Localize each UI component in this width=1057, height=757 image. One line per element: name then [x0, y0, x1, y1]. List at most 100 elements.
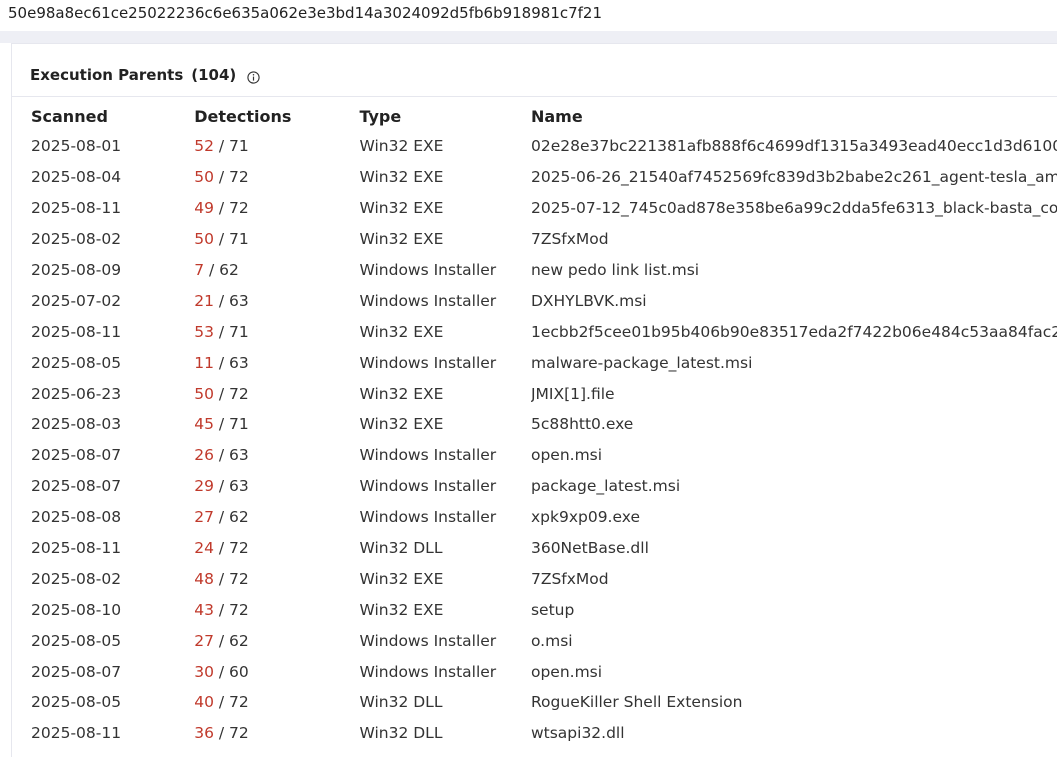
cell-detections: 49 / 72	[194, 193, 359, 224]
column-header-detections[interactable]: Detections	[194, 101, 359, 131]
column-header-name[interactable]: Name	[531, 101, 1057, 131]
detection-total: / 72	[218, 600, 249, 619]
table-row[interactable]: 2025-08-05 11 / 63 Windows Installer malwar…	[31, 347, 1057, 378]
table-row[interactable]: 2025-08-07 30 / 60 Windows Installer open.m…	[31, 656, 1057, 687]
cell-scanned: 2025-08-05	[31, 631, 122, 650]
table-row[interactable]: 2025-08-01 52 / 71 Win32 EXE 02e28e37bc2213…	[31, 131, 1057, 162]
cell-scanned: 2025-08-11	[31, 199, 122, 218]
cell-name[interactable]: package_latest.msi	[531, 471, 1057, 502]
table-row[interactable]: 2025-08-11 53 / 71 Win32 EXE 1ecbb2f5cee01b…	[31, 316, 1057, 347]
cell-detections: 27 / 62	[194, 625, 359, 656]
cell-name[interactable]: 7ZSfxMod	[531, 563, 1057, 594]
cell-name[interactable]: 7ZSfxMod	[531, 224, 1057, 255]
detection-positives: 24	[194, 539, 214, 558]
table-row[interactable]: 2025-08-05 27 / 62 Windows Installer o.msi	[31, 625, 1057, 656]
detection-positives: 21	[194, 291, 214, 310]
table-row[interactable]: 2025-08-04 50 / 72 Win32 EXE 2025-06-26_215…	[31, 162, 1057, 193]
cell-type: Windows Installer	[359, 291, 497, 310]
cell-name[interactable]: wtsapi32.dll	[531, 718, 1057, 749]
cell-name[interactable]: 2025-07-12_745c0ad878e358be6a99c2dda5fe6…	[531, 193, 1057, 224]
cell-name[interactable]: JMIX[1].file	[531, 378, 1057, 409]
cell-detections: 36 / 72	[194, 718, 359, 749]
table-row[interactable]: 2025-08-11 36 / 72 Win32 DLL wtsapi32.dll	[31, 718, 1057, 749]
cell-type: Win32 DLL	[359, 539, 443, 558]
cell-name[interactable]: 2025-06-26_21540af7452569fc839d3b2babe2c…	[531, 162, 1057, 193]
section-gap	[0, 31, 1057, 43]
cell-scanned: 2025-08-07	[31, 446, 122, 465]
cell-scanned: 2025-08-11	[31, 724, 122, 743]
cell-type: Win32 EXE	[359, 384, 444, 403]
cell-type: Windows Installer	[359, 662, 497, 681]
cell-scanned: 2025-08-01	[31, 137, 122, 156]
cell-scanned: 2025-08-02	[31, 569, 122, 588]
cell-name[interactable]: 360NetBase.dll	[531, 533, 1057, 564]
cell-detections: 26 / 63	[194, 440, 359, 471]
detection-positives: 27	[194, 631, 214, 650]
cell-name[interactable]: o.msi	[531, 625, 1057, 656]
cell-type: Win32 DLL	[359, 724, 443, 743]
table-row[interactable]: 2025-06-23 50 / 72 Win32 EXE JMIX[1].file	[31, 378, 1057, 409]
detection-positives: 48	[194, 569, 214, 588]
detection-total: / 72	[218, 724, 249, 743]
table-row[interactable]: 2025-08-08 27 / 62 Windows Installer xpk9xp…	[31, 502, 1057, 533]
table-row[interactable]: 2025-08-11 49 / 72 Win32 EXE 2025-07-12_745…	[31, 193, 1057, 224]
cell-type: Win32 EXE	[359, 322, 444, 341]
cell-name[interactable]: 1ecbb2f5cee01b95b406b90e83517eda2f7422b0…	[531, 316, 1057, 347]
table-row[interactable]: 2025-08-05 40 / 72 Win32 DLL RogueKiller Sh…	[31, 687, 1057, 718]
column-header-type[interactable]: Type	[359, 101, 530, 131]
cell-type: Win32 EXE	[359, 600, 444, 619]
cell-name[interactable]: open.msi	[531, 440, 1057, 471]
detection-positives: 50	[194, 230, 214, 249]
column-header-scanned[interactable]: Scanned	[31, 101, 194, 131]
cell-type: Windows Installer	[359, 353, 497, 372]
cell-type: Win32 DLL	[359, 693, 443, 712]
detection-total: / 72	[218, 384, 249, 403]
execution-parents-table: Scanned Detections Type Name 2025-08-01 5…	[31, 101, 1057, 749]
cell-detections: 50 / 72	[194, 162, 359, 193]
cell-name[interactable]: malware-package_latest.msi	[531, 347, 1057, 378]
detection-positives: 29	[194, 477, 214, 496]
cell-name[interactable]: new pedo link list.msi	[531, 255, 1057, 286]
info-circle-icon[interactable]	[247, 69, 260, 84]
table-row[interactable]: 2025-08-02 48 / 72 Win32 EXE 7ZSfxMod	[31, 563, 1057, 594]
cell-detections: 43 / 72	[194, 594, 359, 625]
detection-total: / 71	[218, 137, 249, 156]
table-row[interactable]: 2025-08-11 24 / 72 Win32 DLL 360NetBase.dll	[31, 533, 1057, 564]
table-body: 2025-08-01 52 / 71 Win32 EXE 02e28e37bc2213…	[31, 131, 1057, 749]
cell-detections: 48 / 72	[194, 563, 359, 594]
cell-name[interactable]: open.msi	[531, 656, 1057, 687]
cell-name[interactable]: DXHYLBVK.msi	[531, 285, 1057, 316]
table-row[interactable]: 2025-08-07 29 / 63 Windows Installer packag…	[31, 471, 1057, 502]
table-row[interactable]: 2025-08-10 43 / 72 Win32 EXE setup	[31, 594, 1057, 625]
cell-name[interactable]: xpk9xp09.exe	[531, 502, 1057, 533]
cell-detections: 24 / 72	[194, 533, 359, 564]
detection-positives: 11	[194, 353, 214, 372]
cell-scanned: 2025-08-09	[31, 261, 122, 279]
detection-positives: 45	[194, 415, 214, 434]
table-row[interactable]: 2025-08-02 50 / 71 Win32 EXE 7ZSfxMod	[31, 224, 1057, 255]
detection-total: / 60	[218, 662, 249, 681]
cell-name[interactable]: setup	[531, 594, 1057, 625]
table-row[interactable]: 2025-08-03 45 / 71 Win32 EXE 5c88htt0.exe	[31, 409, 1057, 440]
cell-detections: 40 / 72	[194, 687, 359, 718]
detection-positives: 49	[194, 199, 214, 218]
cell-detections: 52 / 71	[194, 131, 359, 162]
cell-type: Windows Installer	[359, 631, 497, 650]
cell-scanned: 2025-08-11	[31, 322, 122, 341]
cell-detections: 27 / 62	[194, 502, 359, 533]
cell-scanned: 2025-08-07	[31, 662, 122, 681]
cell-name[interactable]: 02e28e37bc221381afb888f6c4699df1315a3493…	[531, 131, 1057, 162]
detection-total: / 63	[218, 446, 249, 465]
table-row[interactable]: 2025-08-09 7 / 62 Windows Installer new ped…	[31, 255, 1057, 286]
detection-positives: 50	[194, 168, 214, 187]
cell-scanned: 2025-08-05	[31, 693, 122, 712]
section-title: Execution Parents	[30, 66, 184, 84]
table-row[interactable]: 2025-07-02 21 / 63 Windows Installer DXHYLB…	[31, 285, 1057, 316]
cell-name[interactable]: 5c88htt0.exe	[531, 409, 1057, 440]
cell-name[interactable]: RogueKiller Shell Extension	[531, 687, 1057, 718]
table-row[interactable]: 2025-08-07 26 / 63 Windows Installer open.m…	[31, 440, 1057, 471]
cell-scanned: 2025-08-08	[31, 508, 122, 527]
detection-positives: 30	[194, 662, 214, 681]
detection-positives: 43	[194, 600, 214, 619]
cell-detections: 21 / 63	[194, 285, 359, 316]
